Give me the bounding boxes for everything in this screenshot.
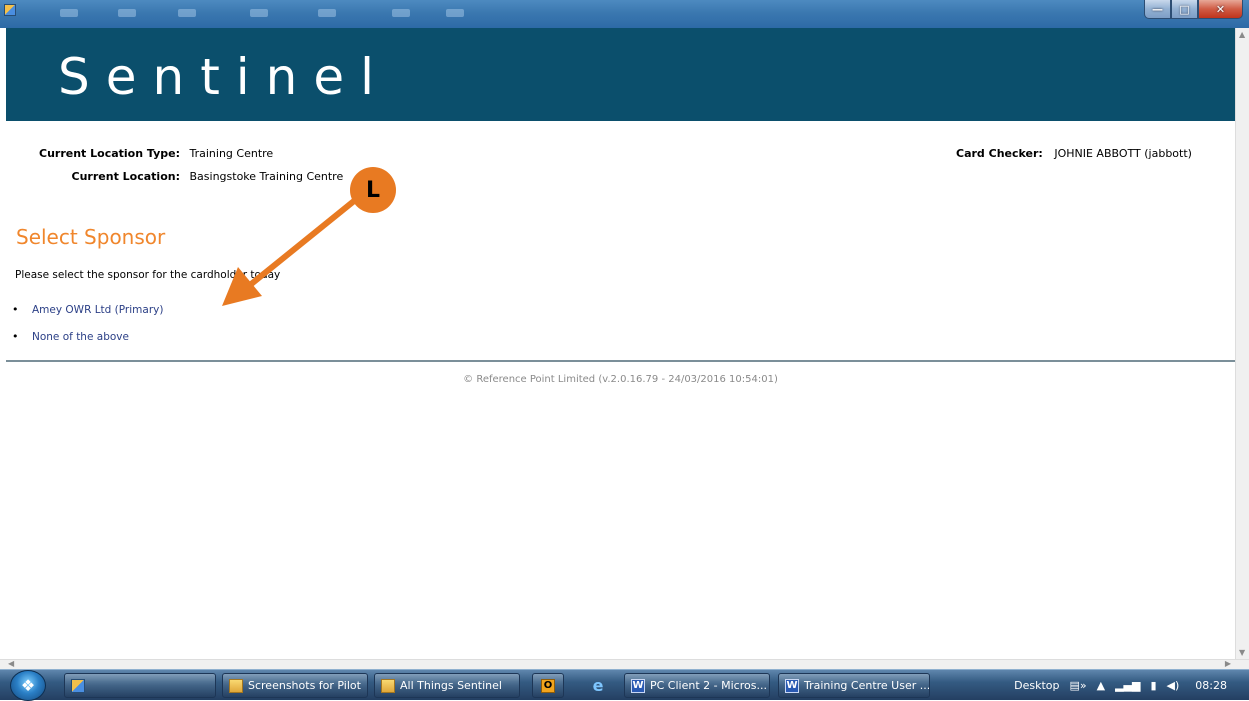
scroll-left-icon[interactable]: ◀ xyxy=(8,659,14,668)
system-tray: Desktop ▤» ▲ ▂▄▆ ▮ ◀) 08:28 xyxy=(1014,670,1249,701)
bullet-icon: • xyxy=(12,303,19,316)
taskbar-item-pc-client[interactable]: W PC Client 2 - Micros... xyxy=(624,673,770,698)
horizontal-scrollbar[interactable]: ◀ ▶ xyxy=(0,659,1249,669)
scroll-down-icon[interactable]: ▼ xyxy=(1239,648,1245,657)
scroll-right-icon[interactable]: ▶ xyxy=(1225,659,1231,668)
location-type-row: Current Location Type: Training Centre xyxy=(28,147,273,160)
maximize-button[interactable]: □ xyxy=(1171,0,1198,19)
taskbar-item-screenshots[interactable]: Screenshots for Pilot xyxy=(222,673,368,698)
taskbar-item-sentinel[interactable] xyxy=(64,673,216,698)
page-content: Sentinel Current Location Type: Training… xyxy=(6,28,1235,659)
card-checker-value: JOHNIE ABBOTT (jabbott) xyxy=(1054,147,1192,160)
desktop-toolbar-label[interactable]: Desktop xyxy=(1014,679,1059,692)
taskbar-item-all-things[interactable]: All Things Sentinel xyxy=(374,673,520,698)
volume-icon[interactable]: ◀) xyxy=(1167,679,1180,692)
app-icon xyxy=(71,678,85,693)
window-title-bar: — □ ✕ xyxy=(0,0,1249,28)
location-value: Basingstoke Training Centre xyxy=(189,170,344,183)
word-icon: W xyxy=(785,678,799,693)
show-hidden-icons-icon[interactable]: ▲ xyxy=(1097,679,1105,692)
location-label: Current Location: xyxy=(71,170,180,183)
taskbar-item-label: PC Client 2 - Micros... xyxy=(650,679,767,692)
windows-logo-icon: ❖ xyxy=(20,676,36,695)
taskbar-item-label: Training Centre User ... xyxy=(804,679,930,692)
folder-icon xyxy=(381,678,395,693)
sponsor-option-label[interactable]: Amey OWR Ltd (Primary) xyxy=(32,304,163,316)
taskbar-item-outlook[interactable]: O xyxy=(532,673,564,698)
taskbar: ❖ Screenshots for Pilot All Things Senti… xyxy=(0,669,1249,701)
taskbar-item-label: Screenshots for Pilot xyxy=(248,679,361,692)
clock[interactable]: 08:28 xyxy=(1195,679,1227,692)
taskbar-item-label: All Things Sentinel xyxy=(400,679,502,692)
location-type-value: Training Centre xyxy=(189,147,274,160)
titlebar-decoration xyxy=(446,9,464,17)
network-icon[interactable]: ▂▄▆ xyxy=(1115,679,1140,692)
titlebar-decoration xyxy=(60,9,78,17)
sentinel-logo: Sentinel xyxy=(58,48,391,106)
vertical-scrollbar[interactable]: ▲ ▼ xyxy=(1235,28,1249,659)
taskbar-item-ie[interactable]: e xyxy=(582,673,614,698)
window-controls: — □ ✕ xyxy=(1144,0,1243,19)
scroll-up-icon[interactable]: ▲ xyxy=(1239,30,1245,39)
titlebar-decoration xyxy=(318,9,336,17)
card-checker-label: Card Checker: xyxy=(956,147,1043,160)
sponsor-option-none[interactable]: • None of the above xyxy=(12,330,129,343)
sponsor-option-amey[interactable]: • Amey OWR Ltd (Primary) xyxy=(12,303,163,316)
minimize-button[interactable]: — xyxy=(1144,0,1171,19)
start-button[interactable]: ❖ xyxy=(10,670,46,701)
word-icon: W xyxy=(631,678,645,693)
titlebar-decoration xyxy=(178,9,196,17)
content-divider xyxy=(6,360,1235,362)
power-icon[interactable]: ▮ xyxy=(1150,679,1156,692)
close-button[interactable]: ✕ xyxy=(1198,0,1243,19)
card-checker-row: Card Checker: JOHNIE ABBOTT (jabbott) xyxy=(956,147,1192,160)
taskbar-item-training-centre[interactable]: W Training Centre User ... xyxy=(778,673,930,698)
internet-explorer-icon: e xyxy=(592,675,604,695)
bullet-icon: • xyxy=(12,330,19,343)
sponsor-option-label[interactable]: None of the above xyxy=(32,331,129,343)
titlebar-decoration xyxy=(250,9,268,17)
footer-copyright: © Reference Point Limited (v.2.0.16.79 -… xyxy=(463,374,778,385)
app-icon xyxy=(4,4,16,16)
titlebar-decoration xyxy=(392,9,410,17)
folder-icon xyxy=(229,678,243,693)
instruction-text: Please select the sponsor for the cardho… xyxy=(15,269,281,281)
location-row: Current Location: Basingstoke Training C… xyxy=(28,170,344,183)
header-banner: Sentinel xyxy=(6,28,1235,121)
titlebar-decoration xyxy=(118,9,136,17)
annotation-marker: L xyxy=(350,167,396,213)
outlook-icon: O xyxy=(541,678,555,693)
location-type-label: Current Location Type: xyxy=(39,147,180,160)
desktop-toolbar-icon[interactable]: ▤» xyxy=(1069,679,1086,692)
page-title: Select Sponsor xyxy=(16,225,166,249)
